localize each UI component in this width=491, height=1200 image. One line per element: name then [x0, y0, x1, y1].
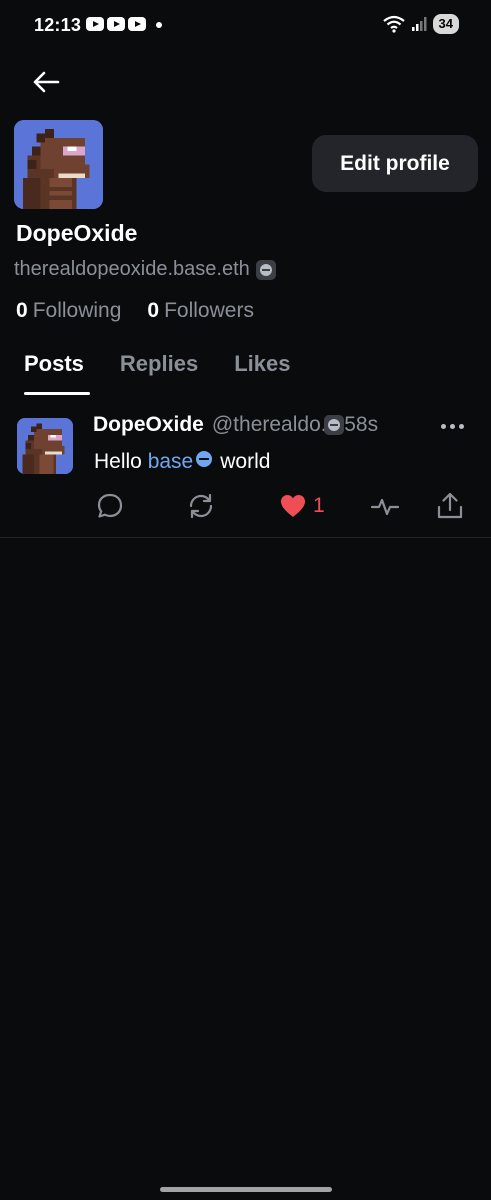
- home-indicator[interactable]: [160, 1187, 332, 1192]
- post-author-handle[interactable]: @therealdo...: [212, 413, 338, 437]
- reply-icon: [97, 493, 123, 518]
- post-author-name[interactable]: DopeOxide: [93, 413, 204, 437]
- kaiju-avatar-image: [14, 120, 103, 209]
- profile-screen: 12:13 34 Edit profile DopeOxide thereald…: [0, 0, 491, 1200]
- edit-profile-button[interactable]: Edit profile: [312, 135, 478, 192]
- notification-icons: [86, 17, 146, 31]
- activity-icon: [370, 498, 400, 516]
- kaiju-avatar-image: [17, 418, 73, 474]
- youtube-icon: [86, 17, 104, 31]
- more-icon: [440, 423, 446, 429]
- like-button[interactable]: 1: [279, 488, 325, 524]
- share-button[interactable]: [435, 488, 465, 524]
- post-actions: 1: [0, 488, 491, 524]
- base-badge-icon: [324, 415, 345, 435]
- profile-handle: therealdopeoxide.base.eth: [14, 258, 250, 280]
- signal-icon: [411, 17, 427, 31]
- post-text-start: Hello: [94, 450, 142, 473]
- base-badge-icon: [255, 259, 276, 280]
- back-arrow-icon: [33, 71, 60, 93]
- heart-icon: [281, 495, 305, 517]
- youtube-icon: [107, 17, 125, 31]
- post-item[interactable]: DopeOxide @therealdo... 58s Hello base wo…: [0, 400, 491, 538]
- recast-button[interactable]: [186, 488, 216, 524]
- followers-label: Followers: [164, 299, 254, 322]
- followers-link[interactable]: 0 Followers: [147, 299, 254, 323]
- base-channel-icon: [196, 451, 213, 467]
- like-count: 1: [313, 494, 325, 517]
- wifi-icon: [382, 15, 405, 33]
- activity-button[interactable]: [370, 488, 400, 524]
- following-count: 0: [16, 299, 28, 322]
- system-icons: 34: [382, 14, 459, 34]
- post-text: Hello base world: [94, 450, 270, 474]
- more-icon: [458, 423, 464, 429]
- following-label: Following: [32, 299, 122, 322]
- profile-tabs: Posts Replies Likes: [0, 345, 491, 397]
- followers-count: 0: [147, 299, 160, 322]
- status-time: 12:13: [34, 15, 82, 35]
- back-button[interactable]: [28, 64, 64, 100]
- tab-posts[interactable]: Posts: [0, 345, 102, 397]
- post-timestamp: 58s: [344, 413, 379, 436]
- post-header: DopeOxide @therealdo... 58s: [93, 413, 378, 437]
- youtube-icon: [128, 17, 146, 31]
- post-author-avatar[interactable]: [17, 418, 73, 474]
- profile-avatar[interactable]: [14, 120, 103, 209]
- share-icon: [437, 492, 463, 519]
- more-options-button[interactable]: [436, 414, 468, 438]
- reply-button[interactable]: [95, 488, 125, 524]
- recast-icon: [189, 493, 213, 519]
- status-bar: 12:13 34: [0, 0, 491, 52]
- post-text-end: world: [220, 450, 271, 473]
- notification-dot-icon: [156, 22, 162, 28]
- profile-display-name: DopeOxide: [16, 220, 138, 246]
- battery-indicator: 34: [432, 14, 459, 34]
- more-icon: [449, 423, 455, 429]
- profile-handle-row: therealdopeoxide.base.eth: [14, 258, 276, 281]
- following-link[interactable]: 0 Following: [16, 299, 121, 323]
- channel-mention-link[interactable]: base: [148, 450, 194, 474]
- follow-stats: 0 Following 0 Followers: [16, 299, 254, 323]
- tab-replies[interactable]: Replies: [102, 345, 216, 397]
- tab-likes[interactable]: Likes: [216, 345, 308, 397]
